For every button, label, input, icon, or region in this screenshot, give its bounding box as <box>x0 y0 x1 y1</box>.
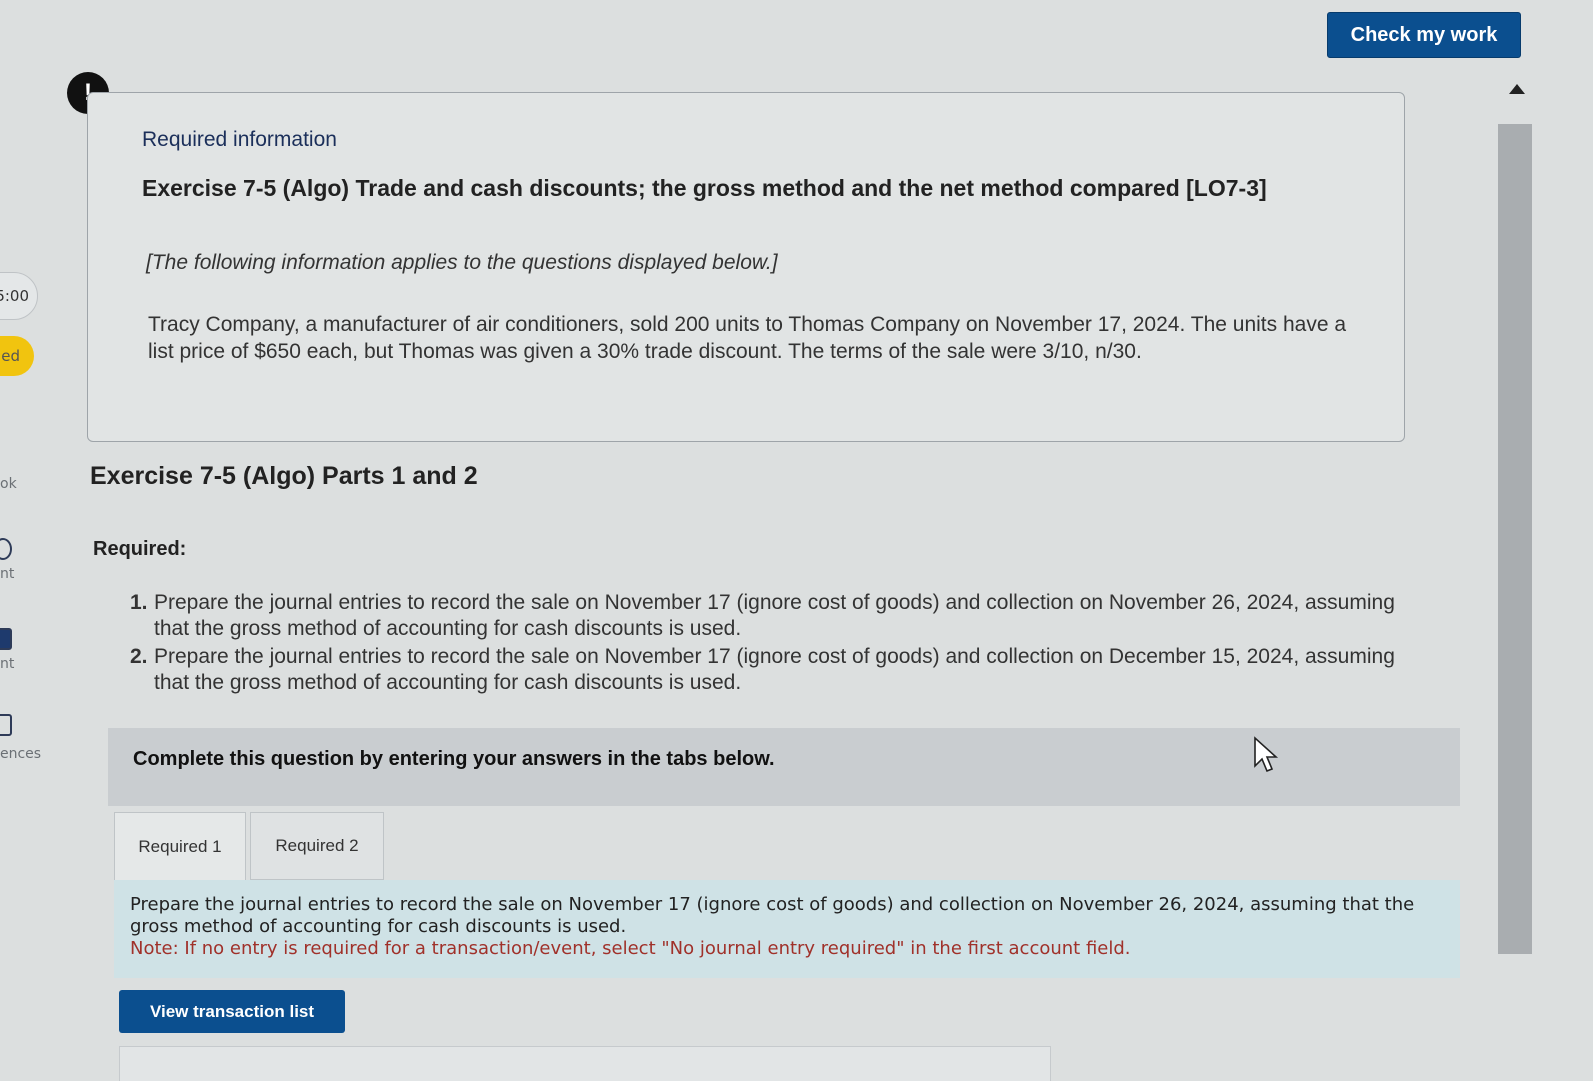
complete-question-bar: Complete this question by entering your … <box>108 728 1460 806</box>
scroll-up-arrow-icon[interactable] <box>1509 84 1525 94</box>
instruction-note: Note: If no entry is required for a tran… <box>130 938 1131 959</box>
sidebar-label-hint[interactable]: nt <box>0 656 14 672</box>
sidebar-label-print[interactable]: nt <box>0 566 14 582</box>
status-badge: ed <box>0 336 34 376</box>
tab-required-1[interactable]: Required 1 <box>114 812 246 880</box>
view-transaction-list-button[interactable]: View transaction list <box>119 990 345 1033</box>
instruction-panel: Prepare the journal entries to record th… <box>114 880 1460 978</box>
list-item-text: Prepare the journal entries to record th… <box>154 591 1395 640</box>
list-item: 1. Prepare the journal entries to record… <box>130 590 1430 642</box>
check-my-work-button[interactable]: Check my work <box>1327 12 1521 58</box>
left-sidebar: 5:00 ed ok nt nt ences <box>0 0 60 1080</box>
applies-note: [The following information applies to th… <box>146 251 778 274</box>
parts-title: Exercise 7-5 (Algo) Parts 1 and 2 <box>90 462 478 490</box>
complete-prompt: Complete this question by entering your … <box>133 748 775 770</box>
sidebar-label-references[interactable]: ences <box>0 746 41 762</box>
required-info-heading: Required information <box>142 128 337 151</box>
list-item-number: 2. <box>130 645 148 668</box>
required-label: Required: <box>93 538 187 560</box>
list-item-text: Prepare the journal entries to record th… <box>154 645 1395 694</box>
requirements-list: 1. Prepare the journal entries to record… <box>130 590 1430 698</box>
tab-required-2[interactable]: Required 2 <box>250 812 384 880</box>
journal-panel <box>119 1046 1051 1081</box>
sidebar-icon[interactable] <box>0 628 12 650</box>
instruction-text: Prepare the journal entries to record th… <box>130 894 1415 937</box>
scrollbar[interactable] <box>1498 124 1532 954</box>
timer: 5:00 <box>0 272 38 320</box>
exercise-title: Exercise 7-5 (Algo) Trade and cash disco… <box>142 175 1267 201</box>
required-info-box: Required information Exercise 7-5 (Algo)… <box>87 92 1405 442</box>
scenario-text: Tracy Company, a manufacturer of air con… <box>148 313 1347 363</box>
list-item-number: 1. <box>130 591 148 614</box>
sidebar-label-ebook[interactable]: ok <box>0 476 17 492</box>
list-item: 2. Prepare the journal entries to record… <box>130 644 1430 696</box>
mouse-pointer-icon <box>1254 736 1279 773</box>
sidebar-icon[interactable] <box>0 538 12 560</box>
sidebar-icon[interactable] <box>0 714 12 736</box>
